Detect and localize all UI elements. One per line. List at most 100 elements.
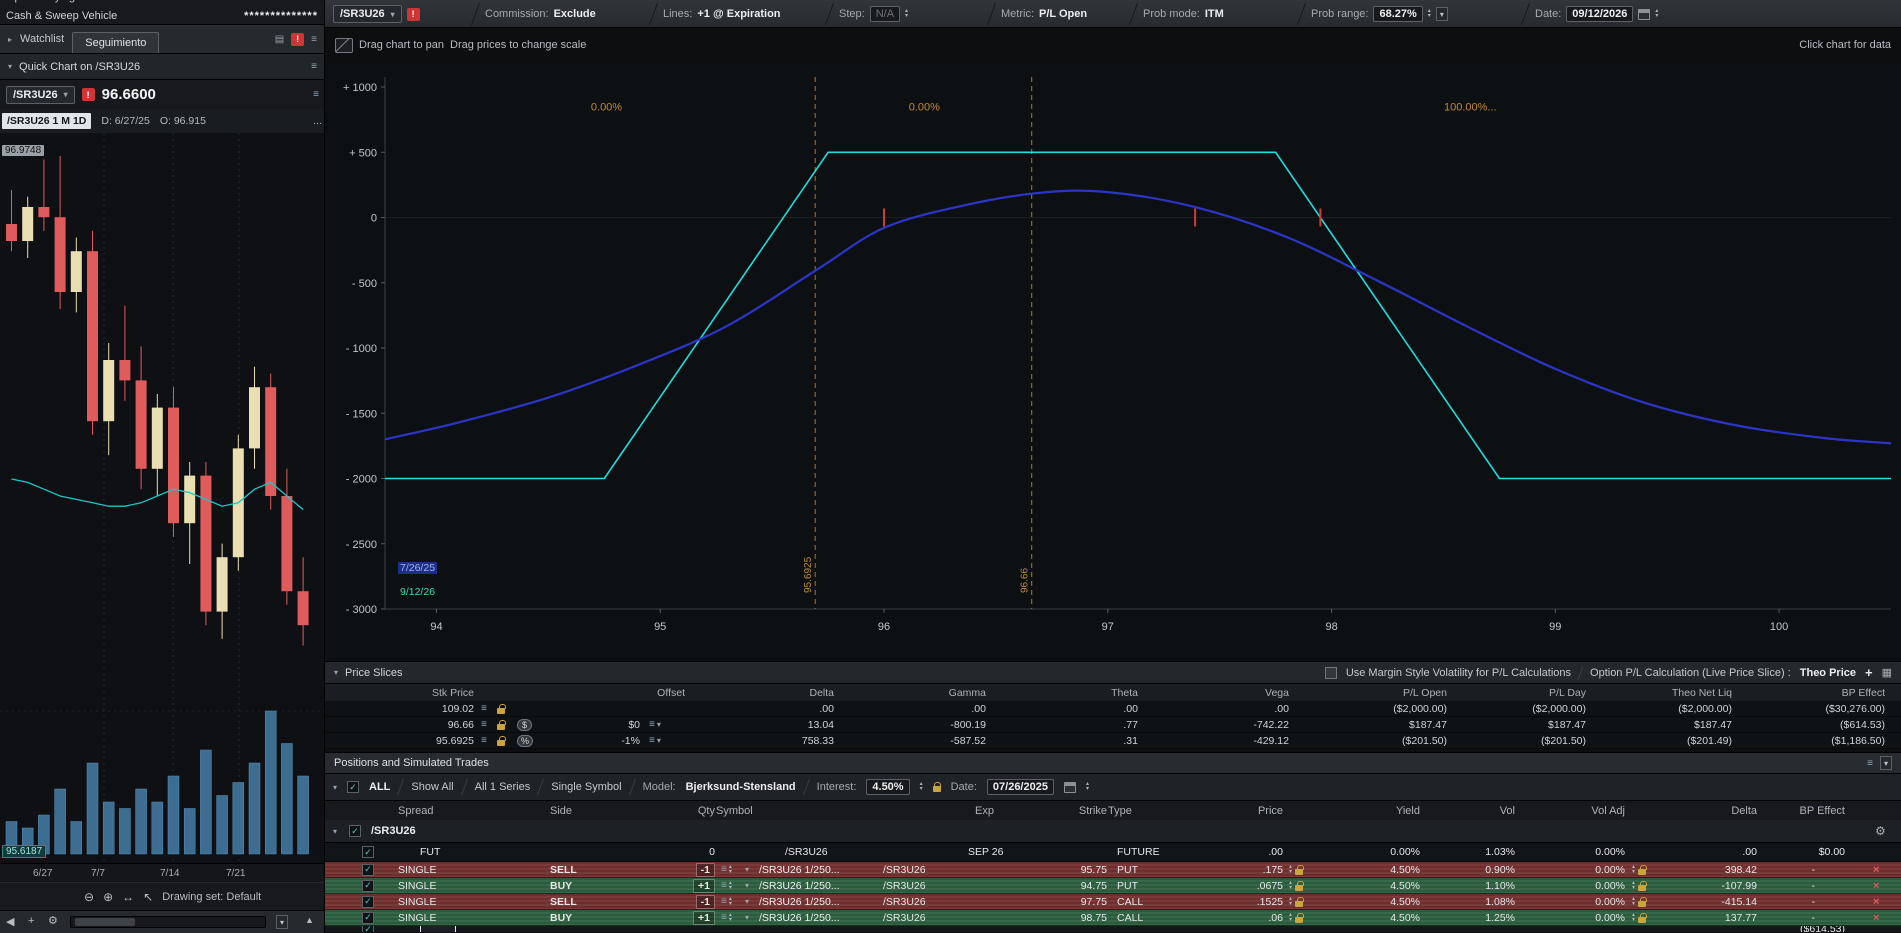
lock-icon[interactable] (497, 701, 505, 716)
quick-chart-canvas[interactable] (0, 133, 325, 863)
column-header[interactable]: Theo Net Liq (1572, 684, 1732, 701)
column-header[interactable]: Vega (1129, 684, 1289, 701)
slice-price[interactable]: 95.6925 (325, 733, 474, 748)
price-cell[interactable]: .175 (1193, 862, 1283, 877)
sim-date-input[interactable]: 07/26/2025 (987, 779, 1054, 795)
column-header[interactable]: Yield (1330, 801, 1420, 820)
cursor-icon[interactable]: ↖ (143, 890, 153, 904)
position-row-sell[interactable]: ✓SINGLESELL-1≡▴▾▾/SR3U26 1/250.../SR3U26… (325, 894, 1901, 910)
add-icon[interactable]: + (28, 915, 34, 927)
price-slice-row[interactable]: 96.66≡$$0≡▾13.04-800.19.77-742.22$187.47… (325, 717, 1901, 733)
offset-controls[interactable]: ≡▾ (649, 733, 661, 748)
column-header[interactable]: Delta (674, 684, 834, 701)
vol-adj-cell[interactable]: 0.00% (1530, 894, 1625, 909)
filter-single-symbol[interactable]: Single Symbol (551, 781, 621, 793)
prob-range-input[interactable]: 68.27% (1373, 6, 1422, 22)
qty-cell[interactable]: +1 (635, 910, 715, 925)
slice-price[interactable]: 96.66 (325, 717, 474, 732)
expander-icon[interactable]: ▾ (745, 878, 749, 893)
tab-seguimiento[interactable]: Seguimiento (72, 32, 159, 53)
prob-range-setting[interactable]: Prob range: 68.27% ▴▾ ▾ (1311, 0, 1448, 28)
model-value[interactable]: Bjerksund-Stensland (686, 781, 796, 793)
column-header[interactable]: Strike (1027, 801, 1107, 820)
vol-adj-cell[interactable]: 0.00% (1530, 843, 1625, 861)
column-header[interactable]: Price (1193, 801, 1283, 820)
stepper-icon[interactable]: ▴▾ (905, 9, 908, 19)
price-controls[interactable]: ▴▾ (1289, 862, 1303, 877)
price-cell[interactable]: .00 (1193, 843, 1283, 861)
collapse-icon[interactable]: ▾ (333, 820, 337, 842)
price-cell[interactable]: .1525 (1193, 894, 1283, 909)
slices-grid-icon[interactable]: ▦ (1882, 666, 1892, 679)
stepper-icon[interactable]: ▴▾ (920, 782, 923, 792)
qty-controls[interactable]: ≡▴▾ (721, 862, 732, 877)
vol-adj-controls[interactable]: ▴▾ (1632, 862, 1646, 877)
gear-icon[interactable]: ⚙ (1875, 820, 1886, 842)
slice-offset[interactable]: $0 (540, 717, 640, 732)
qty-cell[interactable]: -1 (635, 894, 715, 909)
drawing-set-label[interactable]: Drawing set: Default (162, 891, 261, 903)
symbol-selector[interactable]: /SR3U26 ▾ (333, 5, 402, 23)
margin-vol-toggle[interactable] (1325, 667, 1337, 679)
remove-row-button[interactable]: × (1873, 862, 1879, 877)
offset-unit-chip[interactable]: % (517, 733, 533, 748)
scrollbar[interactable] (70, 916, 266, 928)
column-header[interactable]: Spread (398, 801, 433, 820)
price-cell[interactable]: .06 (1193, 910, 1283, 925)
risk-profile-chart[interactable]: + 1000+ 5000- 500- 1000- 1500- 2000- 250… (325, 62, 1901, 661)
price-controls[interactable]: ▴▾ (1289, 910, 1303, 925)
menu-icon[interactable]: ≡ (481, 717, 486, 732)
position-row-partial[interactable]: ✓($614.53) (325, 926, 1901, 932)
menu-icon[interactable]: ≡ (311, 61, 316, 72)
tab-watchlist[interactable]: Watchlist (20, 33, 64, 45)
step-value[interactable]: N/A (870, 6, 900, 22)
position-group-row[interactable]: ▾✓/SR3U26⚙ (325, 820, 1901, 843)
slice-offset[interactable]: -1% (540, 733, 640, 748)
chart-edit-icon[interactable] (335, 38, 353, 53)
column-header[interactable]: Stk Price (325, 684, 474, 701)
row-checkbox[interactable]: ✓ (362, 862, 374, 877)
quick-chart-area[interactable]: 96.9748 95.6187 (0, 133, 324, 863)
column-header[interactable]: Offset (525, 684, 685, 701)
column-header[interactable]: Vol Adj (1530, 801, 1625, 820)
vol-adj-cell[interactable]: 0.00% (1530, 878, 1625, 893)
chevron-right-icon[interactable]: ▸ (8, 35, 12, 44)
menu-icon[interactable]: ≡ (1867, 758, 1872, 769)
qty-cell[interactable]: -1 (635, 862, 715, 877)
add-slice-button[interactable]: + (1865, 665, 1873, 680)
zoom-out-icon[interactable]: ⊖ (84, 890, 94, 904)
date-input[interactable]: 09/12/2026 (1566, 6, 1633, 22)
qty-controls[interactable]: ≡▴▾ (721, 894, 732, 909)
date-setting[interactable]: Date: 09/12/2026 ▴▾ (1535, 0, 1658, 28)
stepper-icon[interactable]: ▴▾ (1655, 9, 1658, 19)
expander-icon[interactable]: ▾ (745, 894, 749, 909)
row-checkbox[interactable]: ✓ (362, 894, 374, 909)
margin-vol-label[interactable]: Use Margin Style Volatility for P/L Calc… (1346, 667, 1571, 679)
quick-chart-header[interactable]: ▾ Quick Chart on /SR3U26 ≡ (0, 54, 324, 80)
alert-badge-icon[interactable]: ! (407, 8, 420, 21)
opl-calc-label[interactable]: Option P/L Calculation (Live Price Slice… (1590, 667, 1791, 679)
menu-icon[interactable]: ≡ (313, 89, 318, 100)
metric-setting[interactable]: Metric: P/L Open (1001, 0, 1087, 28)
alert-badge-icon[interactable]: ! (82, 88, 95, 101)
column-header[interactable]: Exp (975, 801, 994, 820)
row-checkbox[interactable]: ✓ (362, 843, 374, 861)
alert-badge-icon[interactable]: ! (291, 33, 304, 46)
group-checkbox[interactable]: ✓ (349, 820, 361, 842)
edit-cell[interactable] (420, 926, 456, 932)
risk-profile-chart-area[interactable]: + 1000+ 5000- 500- 1000- 1500- 2000- 250… (325, 62, 1901, 661)
grid-view-icon[interactable]: ▤ (275, 34, 284, 45)
position-row-buy[interactable]: ✓SINGLEBUY+1≡▴▾▾/SR3U26 1/250.../SR3U269… (325, 878, 1901, 894)
row-checkbox[interactable]: ✓ (362, 926, 374, 932)
price-controls[interactable]: ▴▾ (1289, 894, 1303, 909)
lock-icon[interactable] (497, 733, 505, 748)
row-checkbox[interactable]: ✓ (362, 910, 374, 925)
column-header[interactable]: Symbol (716, 801, 753, 820)
qty-controls[interactable]: ≡▴▾ (721, 878, 732, 893)
chart-info-more[interactable]: ... (313, 115, 322, 127)
collapse-icon[interactable]: ▾ (334, 668, 338, 677)
column-header[interactable]: Theta (978, 684, 1138, 701)
vol-adj-controls[interactable]: ▴▾ (1632, 878, 1646, 893)
slice-price[interactable]: 109.02 (325, 701, 474, 716)
chevron-down-icon[interactable]: ▾ (333, 783, 337, 792)
